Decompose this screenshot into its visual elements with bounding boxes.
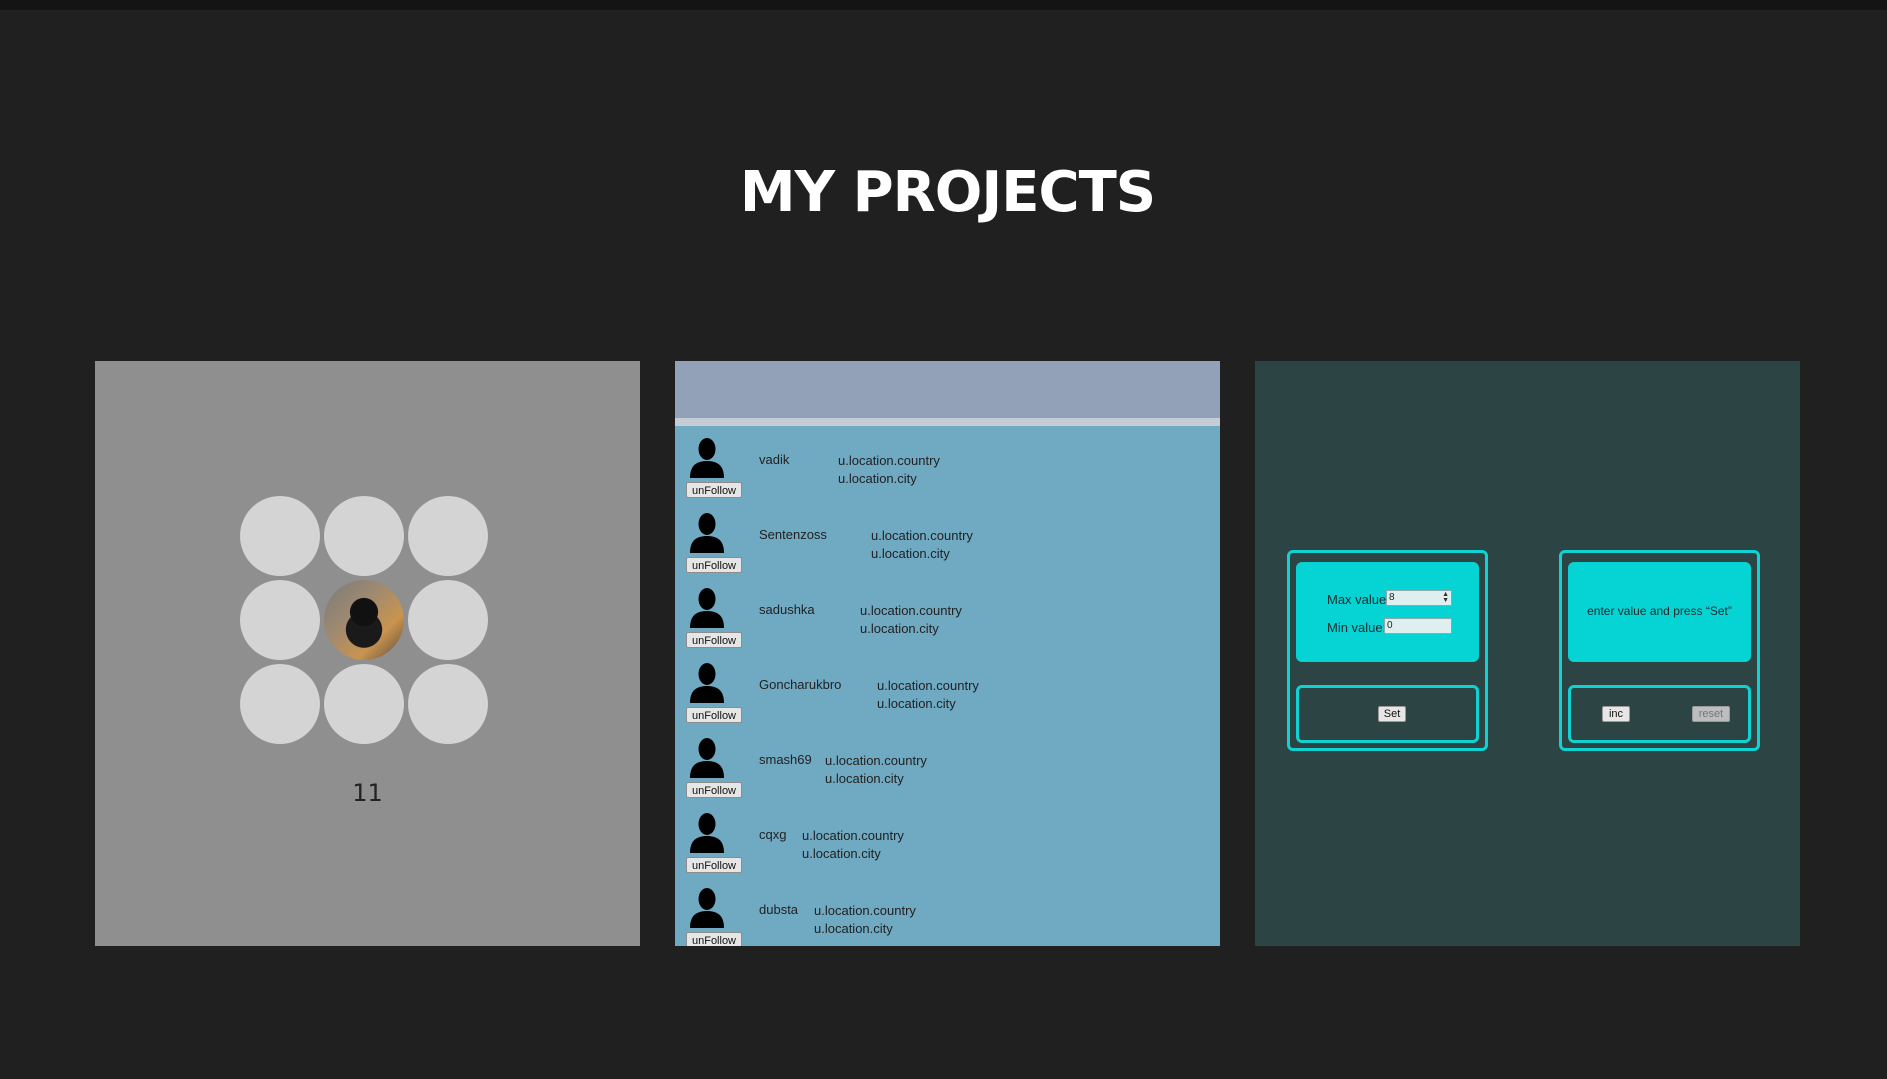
settings-buttons: Set xyxy=(1296,685,1479,743)
user-location: u.location.country u.location.city xyxy=(814,902,916,938)
page-title: MY PROJECTS xyxy=(739,160,1156,225)
min-value-label: Min value: xyxy=(1327,620,1387,635)
counter-display-text: enter value and press “Set” xyxy=(1587,604,1732,618)
counter-display: enter value and press “Set” xyxy=(1568,562,1751,662)
unfollow-button[interactable]: unFollow xyxy=(686,632,742,648)
user-location: u.location.country u.location.city xyxy=(871,527,973,563)
user-city: u.location.city xyxy=(838,471,917,486)
game-cell[interactable] xyxy=(324,664,404,744)
users-header-divider xyxy=(675,418,1220,426)
user-country: u.location.country xyxy=(838,453,940,468)
user-name: cqxg xyxy=(759,827,787,842)
user-city: u.location.city xyxy=(825,771,904,786)
max-value-input[interactable]: 8 ▲ ▼ xyxy=(1386,590,1452,606)
unfollow-button[interactable]: unFollow xyxy=(686,932,742,946)
inc-button[interactable]: inc xyxy=(1602,706,1630,722)
reset-button[interactable]: reset xyxy=(1692,706,1730,722)
game-cell[interactable] xyxy=(408,664,488,744)
user-city: u.location.city xyxy=(860,621,939,636)
user-country: u.location.country xyxy=(802,828,904,843)
unfollow-button[interactable]: unFollow xyxy=(686,857,742,873)
game-grid xyxy=(240,496,490,746)
max-value-label: Max value: xyxy=(1327,592,1390,607)
game-score: 11 xyxy=(352,779,383,807)
counter-buttons: inc reset xyxy=(1568,685,1751,743)
user-city: u.location.city xyxy=(877,696,956,711)
game-cell[interactable] xyxy=(240,664,320,744)
project-card-counter[interactable]: Max value: 8 ▲ ▼ Min value: 0 Set enter v… xyxy=(1255,361,1800,946)
game-cell[interactable] xyxy=(408,580,488,660)
user-city: u.location.city xyxy=(871,546,950,561)
user-city: u.location.city xyxy=(802,846,881,861)
user-avatar-icon xyxy=(690,438,724,478)
users-header xyxy=(675,361,1220,418)
user-location: u.location.country u.location.city xyxy=(802,827,904,863)
game-cell[interactable] xyxy=(240,580,320,660)
user-row: unFollow smash69 u.location.country u.locat… xyxy=(675,736,1220,811)
user-name: smash69 xyxy=(759,752,812,767)
unfollow-button[interactable]: unFollow xyxy=(686,557,742,573)
user-country: u.location.country xyxy=(860,603,962,618)
user-avatar-icon xyxy=(690,663,724,703)
user-location: u.location.country u.location.city xyxy=(860,602,962,638)
game-cell[interactable] xyxy=(324,496,404,576)
game-cell[interactable] xyxy=(240,496,320,576)
user-row: unFollow Goncharukbro u.location.country u.… xyxy=(675,661,1220,736)
user-name: dubsta xyxy=(759,902,799,917)
user-country: u.location.country xyxy=(814,903,916,918)
project-card-users[interactable]: unFollow vadik u.location.country u.locatio… xyxy=(675,361,1220,946)
user-country: u.location.country xyxy=(877,678,979,693)
user-location: u.location.country u.location.city xyxy=(877,677,979,713)
game-cell[interactable] xyxy=(408,496,488,576)
user-name: Sentenzoss xyxy=(759,527,827,542)
max-value-text: 8 xyxy=(1389,592,1395,603)
user-avatar-icon xyxy=(690,513,724,553)
unfollow-button[interactable]: unFollow xyxy=(686,782,742,798)
user-name: vadik xyxy=(759,452,790,467)
counter-panel: enter value and press “Set” inc reset xyxy=(1559,550,1760,751)
user-location: u.location.country u.location.city xyxy=(838,452,940,488)
game-cell-dog-image[interactable] xyxy=(324,580,404,660)
user-name: sadushka xyxy=(759,602,815,617)
user-row: unFollow cqxg u.location.country u.location… xyxy=(675,811,1220,886)
settings-fields: Max value: 8 ▲ ▼ Min value: 0 xyxy=(1296,562,1479,662)
top-bar xyxy=(0,0,1887,10)
settings-panel: Max value: 8 ▲ ▼ Min value: 0 Set xyxy=(1287,550,1488,751)
user-avatar-icon xyxy=(690,813,724,853)
user-city: u.location.city xyxy=(814,921,893,936)
unfollow-button[interactable]: unFollow xyxy=(686,482,742,498)
unfollow-button[interactable]: unFollow xyxy=(686,707,742,723)
user-row: unFollow sadushka u.location.country u.loca… xyxy=(675,586,1220,661)
user-avatar-icon xyxy=(690,588,724,628)
user-row: unFollow Sentenzoss u.location.country u.lo… xyxy=(675,511,1220,586)
min-value-input[interactable]: 0 xyxy=(1384,618,1452,634)
project-card-game[interactable]: 11 xyxy=(95,361,640,946)
spinner-arrows-icon[interactable]: ▲ ▼ xyxy=(1442,591,1449,604)
user-country: u.location.country xyxy=(825,753,927,768)
user-country: u.location.country xyxy=(871,528,973,543)
user-location: u.location.country u.location.city xyxy=(825,752,927,788)
user-name: Goncharukbro xyxy=(759,677,842,692)
set-button[interactable]: Set xyxy=(1378,706,1406,722)
user-row: unFollow dubsta u.location.country u.locati… xyxy=(675,886,1220,946)
min-value-text: 0 xyxy=(1387,620,1393,631)
user-avatar-icon xyxy=(690,738,724,778)
user-avatar-icon xyxy=(690,888,724,928)
user-row: unFollow vadik u.location.country u.locatio… xyxy=(675,436,1220,511)
